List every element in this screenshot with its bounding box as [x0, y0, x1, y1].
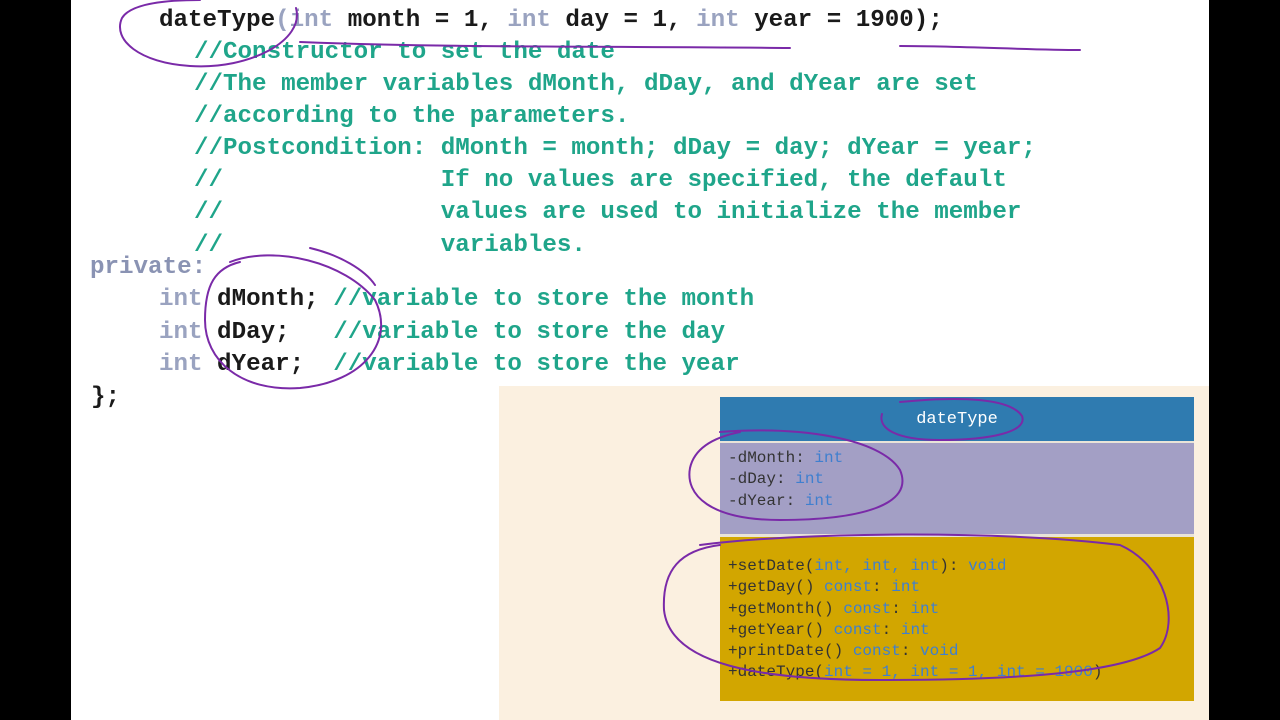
uml-attribute-type: int [795, 470, 825, 489]
constructor-name: dateType [159, 7, 276, 34]
closing-brace: }; [91, 384, 121, 411]
uml-method-return: int [891, 578, 921, 597]
keyword-int: int [696, 7, 740, 34]
member-comment: //variable to store the month [333, 286, 755, 313]
constructor-declaration: dateType(int month = 1, int day = 1, int… [159, 6, 943, 36]
uml-method-return: int [910, 599, 940, 618]
uml-method-return: int [900, 620, 930, 639]
uml-class-title: dateType [720, 397, 1194, 443]
uml-attribute: -dYear: int [728, 491, 1194, 512]
member-name: dYear; [202, 351, 334, 378]
private-label: private: [90, 254, 207, 281]
uml-method-name: +dateType( [728, 663, 825, 682]
uml-method-args: int = 1, int = 1, int = 1900 [824, 663, 1093, 682]
uml-method-name: +getMonth() [728, 599, 844, 618]
open-paren: ( [275, 7, 290, 34]
uml-attribute-type: int [814, 449, 844, 467]
uml-method: +dateType(int = 1, int = 1, int = 1900) [728, 662, 1194, 683]
member-name: dDay; [202, 319, 334, 346]
param-year: year = 1900); [739, 7, 943, 34]
keyword-int: int [507, 7, 551, 34]
member-comment: //variable to store the year [333, 351, 740, 378]
uml-method-sep: ): [939, 557, 969, 575]
uml-class-diagram: dateType -dMonth: int -dDay: int -dYear:… [720, 397, 1194, 701]
uml-method-return: void [920, 642, 959, 661]
uml-method-name: +setDate( [728, 557, 815, 575]
uml-method: +getDay() const: int [728, 577, 1194, 598]
uml-attribute: -dDay: int [728, 469, 1194, 490]
member-declaration: int dDay; //variable to store the day [159, 318, 725, 348]
uml-method-sep: : [881, 620, 901, 639]
param-day: day = 1, [550, 7, 697, 34]
uml-method: +setDate(int, int, int): void [728, 556, 1194, 577]
comment-line: // values are used to initialize the mem… [194, 199, 1022, 226]
uml-method-sep: ) [1092, 663, 1103, 682]
uml-method-args: int, int, int [814, 557, 940, 575]
uml-method: +getMonth() const: int [728, 599, 1194, 620]
uml-method-sep: : [900, 642, 921, 661]
uml-methods-section: +setDate(int, int, int): void +getDay() … [720, 537, 1194, 701]
member-name: dMonth; [202, 286, 334, 313]
keyword-int: int [159, 286, 203, 313]
comment-line: // If no values are specified, the defau… [194, 167, 1007, 194]
comment-line: //Postcondition: dMonth = month; dDay = … [194, 135, 1036, 162]
comment-line: //The member variables dMonth, dDay, and… [194, 71, 978, 98]
uml-method: +getYear() const: int [728, 620, 1194, 641]
uml-attribute-name: -dMonth: [728, 449, 815, 467]
comment-line: //according to the parameters. [194, 103, 630, 130]
uml-method-name: +getYear() [728, 620, 834, 639]
uml-method-args: const [843, 599, 892, 618]
param-month: month = 1, [333, 7, 508, 34]
uml-method: +printDate() const: void [728, 641, 1194, 662]
member-comment: //variable to store the day [333, 319, 726, 346]
uml-method-args: const [852, 642, 901, 661]
uml-attribute-type: int [804, 491, 834, 510]
keyword-int: int [289, 7, 334, 34]
uml-attribute-name: -dYear: [728, 491, 805, 510]
uml-attributes-section: -dMonth: int -dDay: int -dYear: int [720, 443, 1194, 537]
comment-line: //Constructor to set the date [194, 39, 615, 66]
uml-method-return: void [968, 557, 1007, 575]
slide: dateType(int month = 1, int day = 1, int… [71, 0, 1209, 720]
uml-method-name: +getDay() [728, 578, 825, 597]
uml-method-sep: : [891, 599, 911, 618]
uml-method-args: const [824, 578, 873, 597]
comment-line: // variables. [194, 232, 586, 259]
keyword-int: int [159, 351, 203, 378]
uml-method-sep: : [872, 578, 892, 597]
uml-attribute-name: -dDay: [728, 470, 796, 489]
member-declaration: int dYear; //variable to store the year [159, 350, 740, 380]
uml-method-name: +printDate() [728, 642, 853, 661]
uml-method-args: const [833, 620, 882, 639]
member-declaration: int dMonth; //variable to store the mont… [159, 285, 754, 315]
keyword-int: int [159, 319, 203, 346]
uml-attribute: -dMonth: int [728, 448, 1194, 469]
